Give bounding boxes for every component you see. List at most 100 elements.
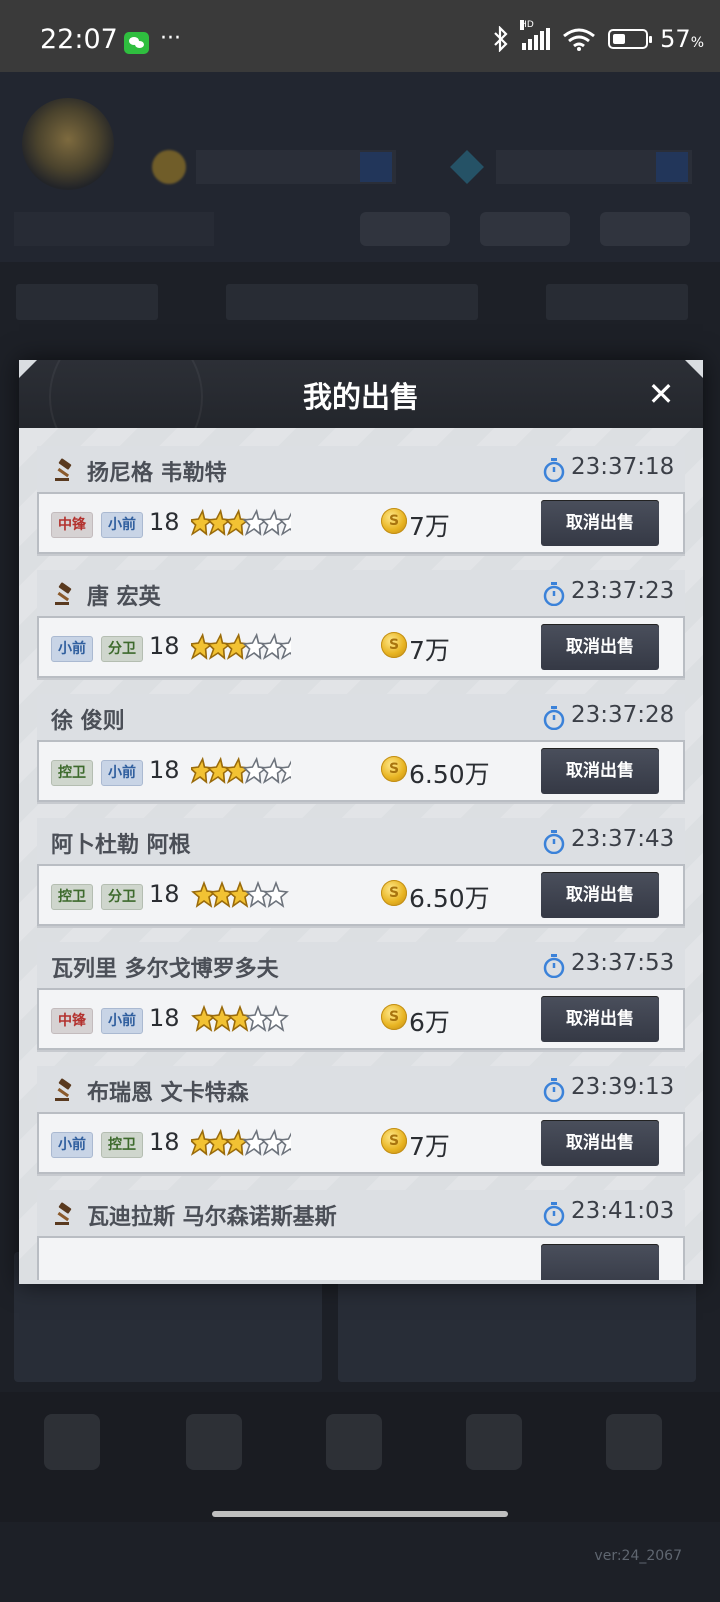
player-level: 18: [149, 632, 180, 660]
listing-details: 小前 控卫 18 S 7万 取消出售: [37, 1112, 685, 1174]
cancel-sale-button[interactable]: 取消出售: [541, 1120, 659, 1166]
timer-icon: [543, 582, 565, 606]
timer-icon: [543, 1202, 565, 1226]
listing-countdown: 23:39:13: [571, 1074, 675, 1100]
cancel-sale-button[interactable]: 取消出售: [541, 624, 659, 670]
my-sales-dialog: 我的出售 ✕ 扬尼格 韦勒特 23:37:18 中锋 小前 18 S 7万 取消出售唐 宏英 2…: [19, 360, 703, 1284]
player-level: 18: [149, 756, 180, 784]
auction-hammer-icon: [55, 1078, 72, 1101]
more-notifications-icon: ···: [160, 26, 181, 51]
timer-icon: [543, 706, 565, 730]
timer-icon: [543, 830, 565, 854]
status-bar: 22:07 ··· HD 57%: [0, 0, 720, 72]
timer-icon: [543, 1078, 565, 1102]
sale-price: 7万: [409, 512, 450, 541]
coin-icon: [152, 150, 186, 184]
position-tag: 中锋: [51, 512, 93, 538]
background-filter: [16, 284, 158, 320]
add-gems-button: [656, 152, 688, 182]
listing-countdown: 23:37:28: [571, 702, 675, 728]
sale-listing: 瓦迪拉斯 马尔森诺斯基斯 23:41:03: [37, 1190, 685, 1280]
listing-header: 徐 俊则 23:37:28: [37, 694, 685, 740]
close-icon[interactable]: ✕: [641, 374, 681, 414]
listing-details: 小前 分卫 18 S 7万 取消出售: [37, 616, 685, 678]
version-label: ver:24_2067: [594, 1548, 682, 1564]
position-tag: 小前: [101, 1008, 143, 1034]
position-tag: 小前: [51, 1132, 93, 1158]
star-rating: [191, 1128, 291, 1156]
listing-header: 扬尼格 韦勒特 23:37:18: [37, 446, 685, 492]
cancel-sale-button[interactable]: 取消出售: [541, 996, 659, 1042]
sale-listing: 唐 宏英 23:37:23 小前 分卫 18 S 7万 取消出售: [37, 570, 685, 682]
dialog-header: 我的出售 ✕: [19, 360, 703, 428]
player-name: 徐 俊则: [51, 709, 125, 734]
coin-icon: S: [381, 508, 407, 534]
listing-header: 唐 宏英 23:37:23: [37, 570, 685, 616]
sale-price: 7万: [409, 1132, 450, 1161]
sale-listing: 布瑞恩 文卡特森 23:39:13 小前 控卫 18 S 7万 取消出售: [37, 1066, 685, 1178]
add-coins-button: [360, 152, 392, 182]
cancel-sale-button[interactable]: [541, 1244, 659, 1280]
listing-details: 控卫 分卫 18 S 6.50万 取消出售: [37, 864, 685, 926]
sale-price: 6万: [409, 1008, 450, 1037]
signal-icon: HD: [520, 20, 551, 50]
background-filter: [226, 284, 478, 320]
coin-icon: S: [381, 1128, 407, 1154]
timer-icon: [543, 458, 565, 482]
position-tag: 小前: [51, 636, 93, 662]
position-tag: 分卫: [101, 636, 143, 662]
star-rating: [191, 508, 291, 536]
cancel-sale-button[interactable]: 取消出售: [541, 500, 659, 546]
coin-icon: S: [381, 880, 407, 906]
listing-countdown: 23:37:23: [571, 578, 675, 604]
sale-listing: 阿卜杜勒 阿根 23:37:43 控卫 分卫 18 S 6.50万 取消出售: [37, 818, 685, 930]
player-level: 18: [149, 1128, 180, 1156]
player-name: 扬尼格 韦勒特: [87, 461, 227, 486]
player-name: 布瑞恩 文卡特森: [87, 1081, 249, 1106]
cancel-sale-button[interactable]: 取消出售: [541, 748, 659, 794]
listing-header: 阿卜杜勒 阿根 23:37:43: [37, 818, 685, 864]
sales-list[interactable]: 扬尼格 韦勒特 23:37:18 中锋 小前 18 S 7万 取消出售唐 宏英 23:37:23…: [19, 428, 703, 1280]
cancel-sale-button[interactable]: 取消出售: [541, 872, 659, 918]
listing-details: [37, 1236, 685, 1280]
auction-hammer-icon: [55, 582, 72, 605]
clock: 22:07: [40, 24, 118, 55]
background-menu: [14, 212, 214, 246]
listing-details: 控卫 小前 18 S 6.50万 取消出售: [37, 740, 685, 802]
listing-details: 中锋 小前 18 S 7万 取消出售: [37, 492, 685, 554]
background-nav: [0, 1392, 720, 1522]
auction-hammer-icon: [55, 458, 72, 481]
coin-icon: S: [381, 632, 407, 658]
sale-price: 6.50万: [409, 884, 490, 913]
star-rating: [191, 880, 289, 908]
status-icons: HD 57%: [492, 20, 704, 54]
listing-countdown: 23:37:18: [571, 454, 675, 480]
player-level: 18: [149, 508, 180, 536]
player-name: 瓦迪拉斯 马尔森诺斯基斯: [87, 1205, 337, 1230]
coin-icon: S: [381, 1004, 407, 1030]
listing-countdown: 23:41:03: [571, 1198, 675, 1224]
player-level: 18: [149, 880, 180, 908]
position-tag: 控卫: [51, 884, 93, 910]
hd-label: HD: [520, 20, 534, 30]
timer-icon: [543, 954, 565, 978]
star-rating: [191, 632, 291, 660]
position-tag: 分卫: [101, 884, 143, 910]
listing-header: 瓦迪拉斯 马尔森诺斯基斯 23:41:03: [37, 1190, 685, 1236]
player-name: 瓦列里 多尔戈博罗多夫: [51, 957, 279, 982]
gem-icon: [450, 150, 484, 184]
wechat-icon: [124, 32, 149, 54]
background-header: [0, 72, 720, 262]
battery-icon: [608, 29, 653, 49]
listing-details: 中锋 小前 18 S 6万 取消出售: [37, 988, 685, 1050]
position-tag: 中锋: [51, 1008, 93, 1034]
gesture-handle[interactable]: [212, 1511, 508, 1517]
sale-listing: 扬尼格 韦勒特 23:37:18 中锋 小前 18 S 7万 取消出售: [37, 446, 685, 558]
star-rating: [191, 1004, 289, 1032]
coin-icon: S: [381, 756, 407, 782]
listing-countdown: 23:37:43: [571, 826, 675, 852]
player-name: 阿卜杜勒 阿根: [51, 833, 191, 858]
sale-price: 7万: [409, 636, 450, 665]
sale-listing: 瓦列里 多尔戈博罗多夫 23:37:53 中锋 小前 18 S 6万 取消出售: [37, 942, 685, 1054]
background-filter: [546, 284, 688, 320]
